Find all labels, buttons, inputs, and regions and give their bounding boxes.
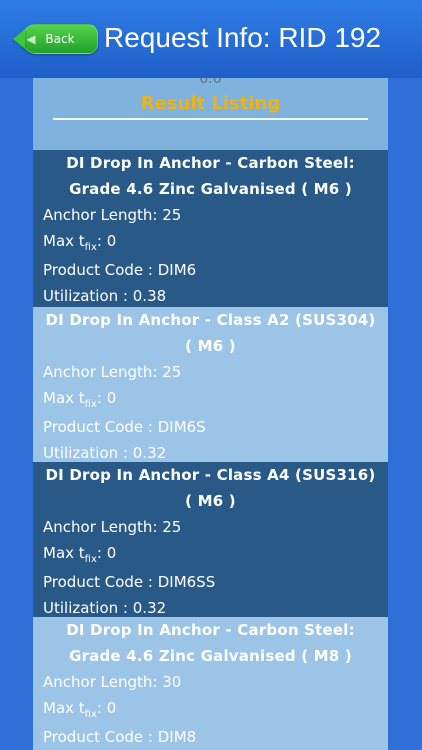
- anchor-length-value: 25: [162, 518, 182, 536]
- anchor-length-row: Anchor Length: 25: [43, 202, 388, 228]
- product-code-label: Product Code :: [43, 261, 158, 279]
- max-tfix-sub: fix: [84, 399, 97, 410]
- result-title-line1: DI Drop In Anchor - Class A4 (SUS316): [45, 466, 376, 484]
- result-title: DI Drop In Anchor - Carbon Steel: Grade …: [43, 617, 388, 669]
- previous-value: 0.0: [199, 78, 222, 87]
- result-card-2[interactable]: DI Drop In Anchor - Class A2 (SUS304) ( …: [33, 307, 388, 462]
- product-code-value: DIM6: [157, 261, 197, 279]
- max-tfix-sub: fix: [84, 709, 97, 720]
- product-code-value: DIM6S: [157, 418, 206, 436]
- max-tfix-row: Max tfix: 0: [43, 228, 388, 257]
- result-card-3[interactable]: DI Drop In Anchor - Class A4 (SUS316) ( …: [33, 462, 388, 617]
- anchor-length-row: Anchor Length: 30: [43, 669, 388, 695]
- result-title: DI Drop In Anchor - Carbon Steel: Grade …: [43, 150, 388, 202]
- result-title-line2: ( M6 ): [185, 337, 236, 355]
- result-listing-underline: [53, 118, 368, 120]
- utilization-value: 0.38: [132, 287, 167, 305]
- result-title-line1: DI Drop In Anchor - Carbon Steel:: [66, 621, 355, 639]
- utilization-label: Utilization :: [43, 287, 133, 305]
- result-title-line1: DI Drop In Anchor - Class A2 (SUS304): [45, 311, 376, 329]
- max-tfix-row: Max tfix: 0: [43, 385, 388, 414]
- max-tfix-value: 0: [106, 232, 117, 250]
- results-panel[interactable]: 0.0 Result Listing DI Drop In Anchor - C…: [33, 78, 388, 750]
- result-title-line2: Grade 4.6 Zinc Galvanised ( M8 ): [69, 647, 352, 665]
- anchor-length-value: 30: [162, 673, 182, 691]
- max-tfix-prefix: Max t: [43, 699, 85, 717]
- product-code-label: Product Code :: [43, 418, 158, 436]
- result-title-line2: ( M6 ): [185, 492, 236, 510]
- max-tfix-prefix: Max t: [43, 544, 85, 562]
- anchor-length-label: Anchor Length:: [43, 518, 163, 536]
- max-tfix-row: Max tfix: 0: [43, 540, 388, 569]
- product-code-row: Product Code : DIM6S: [43, 414, 388, 440]
- result-title: DI Drop In Anchor - Class A2 (SUS304) ( …: [43, 307, 388, 359]
- result-card-4[interactable]: DI Drop In Anchor - Carbon Steel: Grade …: [33, 617, 388, 750]
- max-tfix-sub: fix: [84, 554, 97, 565]
- product-code-label: Product Code :: [43, 728, 158, 746]
- max-tfix-value: 0: [106, 699, 117, 717]
- anchor-length-label: Anchor Length:: [43, 206, 163, 224]
- max-tfix-suffix: :: [96, 232, 107, 250]
- page-title: Request Info: RID 192: [104, 22, 382, 53]
- result-title-line1: DI Drop In Anchor - Carbon Steel:: [66, 154, 355, 172]
- max-tfix-sub: fix: [84, 242, 97, 253]
- result-title: DI Drop In Anchor - Class A4 (SUS316) ( …: [43, 462, 388, 514]
- result-listing-heading: Result Listing: [140, 93, 281, 114]
- max-tfix-value: 0: [106, 389, 117, 407]
- back-button[interactable]: ◀ Back: [22, 24, 98, 54]
- result-card-1[interactable]: DI Drop In Anchor - Carbon Steel: Grade …: [33, 150, 388, 307]
- max-tfix-suffix: :: [96, 389, 107, 407]
- anchor-length-row: Anchor Length: 25: [43, 514, 388, 540]
- anchor-length-value: 25: [162, 206, 182, 224]
- max-tfix-suffix: :: [96, 544, 107, 562]
- product-code-label: Product Code :: [43, 573, 158, 591]
- product-code-value: DIM6SS: [157, 573, 216, 591]
- result-title-line2: Grade 4.6 Zinc Galvanised ( M6 ): [69, 180, 352, 198]
- anchor-length-label: Anchor Length:: [43, 363, 163, 381]
- product-code-row: Product Code : DIM6: [43, 257, 388, 283]
- utilization-label: Utilization :: [43, 444, 133, 462]
- product-code-row: Product Code : DIM8: [43, 724, 388, 750]
- utilization-label: Utilization :: [43, 599, 133, 617]
- max-tfix-row: Max tfix: 0: [43, 695, 388, 724]
- max-tfix-prefix: Max t: [43, 232, 85, 250]
- anchor-length-row: Anchor Length: 25: [43, 359, 388, 385]
- back-button-label: Back: [45, 32, 75, 46]
- app-header: ◀ Back Request Info: RID 192: [0, 0, 422, 78]
- utilization-value: 0.32: [132, 599, 167, 617]
- back-arrow-icon: ◀: [26, 32, 36, 46]
- results-header: 0.0 Result Listing: [33, 78, 388, 150]
- utilization-value: 0.32: [132, 444, 167, 462]
- max-tfix-prefix: Max t: [43, 389, 85, 407]
- product-code-value: DIM8: [157, 728, 197, 746]
- max-tfix-suffix: :: [96, 699, 107, 717]
- product-code-row: Product Code : DIM6SS: [43, 569, 388, 595]
- anchor-length-label: Anchor Length:: [43, 673, 163, 691]
- max-tfix-value: 0: [106, 544, 117, 562]
- anchor-length-value: 25: [162, 363, 182, 381]
- utilization-row: Utilization : 0.38: [43, 283, 388, 309]
